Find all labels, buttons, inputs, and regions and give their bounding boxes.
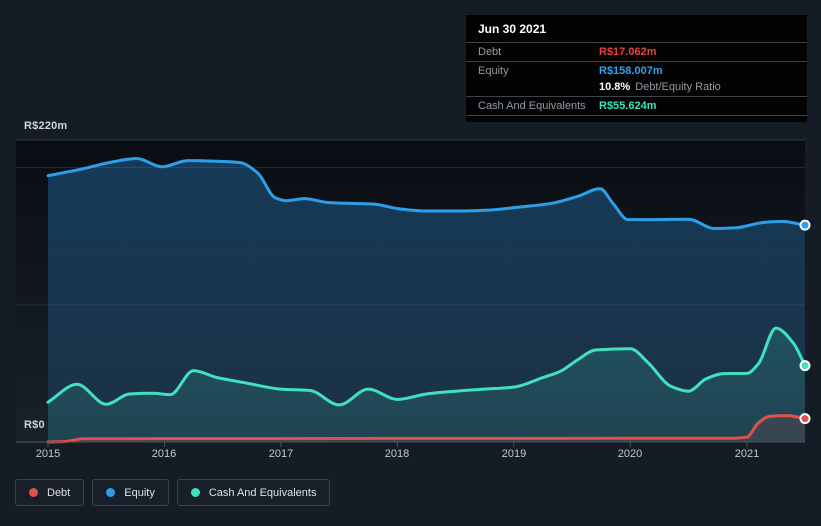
x-axis-label-2017: 2017: [268, 448, 294, 460]
cash-and-equivalents-endpoint-dot[interactable]: [799, 360, 811, 372]
tooltip-debt-label: Debt: [478, 46, 502, 58]
equity-color-dot: [106, 488, 116, 497]
x-axis-label-2015: 2015: [35, 448, 61, 460]
x-axis-label-2018: 2018: [384, 448, 410, 460]
tooltip-row-equity: Equity R$158.007m: [466, 61, 807, 80]
tooltip-row-debt: Debt R$17.062m: [466, 42, 807, 61]
tooltip-row-ratio: 10.8% Debt/Equity Ratio: [466, 80, 807, 96]
cash-color-dot: [190, 488, 200, 497]
tooltip-ratio-value: 10.8%: [599, 81, 631, 93]
tooltip-row-cash: Cash And Equivalents R$55.624m: [466, 96, 807, 116]
tooltip-equity-value: R$158.007m: [599, 65, 663, 77]
tooltip-cash-label: Cash And Equivalents: [478, 100, 586, 112]
legend-item-debt[interactable]: Debt: [15, 479, 85, 506]
tooltip-cash-value: R$55.624m: [599, 100, 657, 112]
y-axis-label-max: R$220m: [24, 120, 68, 132]
chart-legend: Debt Equity Cash And Equivalents: [15, 479, 331, 506]
debt-equity-chart: R$220m R$0 2015 2016 2017 2018 2019 2020 2021 …: [0, 0, 821, 526]
legend-item-cash[interactable]: Cash And Equivalents: [176, 479, 331, 506]
tooltip-debt-value: R$17.062m: [599, 46, 657, 58]
tooltip-ratio-label: Debt/Equity Ratio: [635, 81, 721, 93]
x-axis-label-2020: 2020: [617, 448, 643, 460]
x-axis-label-2021: 2021: [734, 448, 760, 460]
legend-cash-label: Cash And Equivalents: [208, 486, 317, 499]
debt-endpoint-dot[interactable]: [799, 413, 811, 425]
tooltip-equity-label: Equity: [478, 65, 509, 77]
x-axis-label-2019: 2019: [501, 448, 527, 460]
debt-color-dot: [29, 488, 38, 497]
y-axis-label-zero: R$0: [24, 419, 45, 431]
tooltip-date: Jun 30 2021: [478, 22, 547, 36]
legend-item-equity[interactable]: Equity: [92, 479, 169, 506]
legend-equity-label: Equity: [124, 486, 155, 499]
x-axis-label-2016: 2016: [151, 448, 177, 460]
legend-debt-label: Debt: [47, 486, 71, 499]
equity-endpoint-dot[interactable]: [799, 219, 811, 231]
chart-tooltip: Jun 30 2021 Debt R$17.062m Equity R$158.…: [465, 14, 808, 123]
